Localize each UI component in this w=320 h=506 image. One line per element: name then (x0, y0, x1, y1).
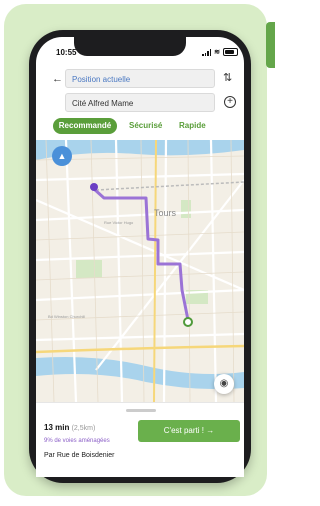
swap-icon[interactable]: ⇅ (223, 71, 232, 84)
route-duration: 13 min (2,5km) (44, 423, 95, 432)
destination-field[interactable]: Cité Alfred Mame (65, 93, 215, 112)
status-bar: 10:55 ≋ (56, 46, 246, 60)
bike-lanes-info: 9% de voies aménagées (44, 438, 110, 444)
distance-value: (2,5km) (71, 425, 96, 432)
city-label: Tours (154, 208, 177, 218)
route-mode-tabs: Recommandé Sécurisé Rapide (53, 118, 233, 134)
tab-recommended[interactable]: Recommandé (53, 118, 117, 134)
wifi-icon: ≋ (214, 49, 220, 56)
sheet-handle[interactable] (126, 409, 156, 412)
eye-icon[interactable]: ◉ (214, 374, 234, 394)
arrow-left-icon[interactable]: ← (52, 73, 63, 85)
destination-marker (90, 183, 98, 191)
plus-circle-icon[interactable]: + (224, 96, 236, 108)
route-via: Par Rue de Boisdenier (44, 452, 115, 459)
signal-icon (202, 48, 212, 56)
duration-value: 13 min (44, 423, 70, 432)
origin-field[interactable]: Position actuelle (65, 69, 215, 88)
tab-secure[interactable]: Sécurisé (129, 118, 162, 134)
corner-tab (266, 22, 275, 68)
status-time: 10:55 (56, 48, 77, 57)
battery-icon (223, 48, 238, 56)
layers-icon[interactable]: ▲ (52, 146, 72, 166)
start-marker (183, 317, 193, 327)
park (76, 260, 102, 278)
tab-fast[interactable]: Rapide (179, 118, 206, 134)
map-canvas[interactable]: Tours Rue Victor Hugo Bd Winston Churchi… (36, 140, 244, 402)
map-view[interactable]: Tours Rue Victor Hugo Bd Winston Churchi… (36, 140, 244, 402)
park (181, 200, 191, 218)
street-label: Bd Winston Churchill (48, 314, 85, 319)
status-icons: ≋ (202, 48, 238, 56)
street-label: Rue Victor Hugo (104, 220, 134, 225)
start-navigation-button[interactable]: C'est parti ! → (138, 420, 240, 442)
